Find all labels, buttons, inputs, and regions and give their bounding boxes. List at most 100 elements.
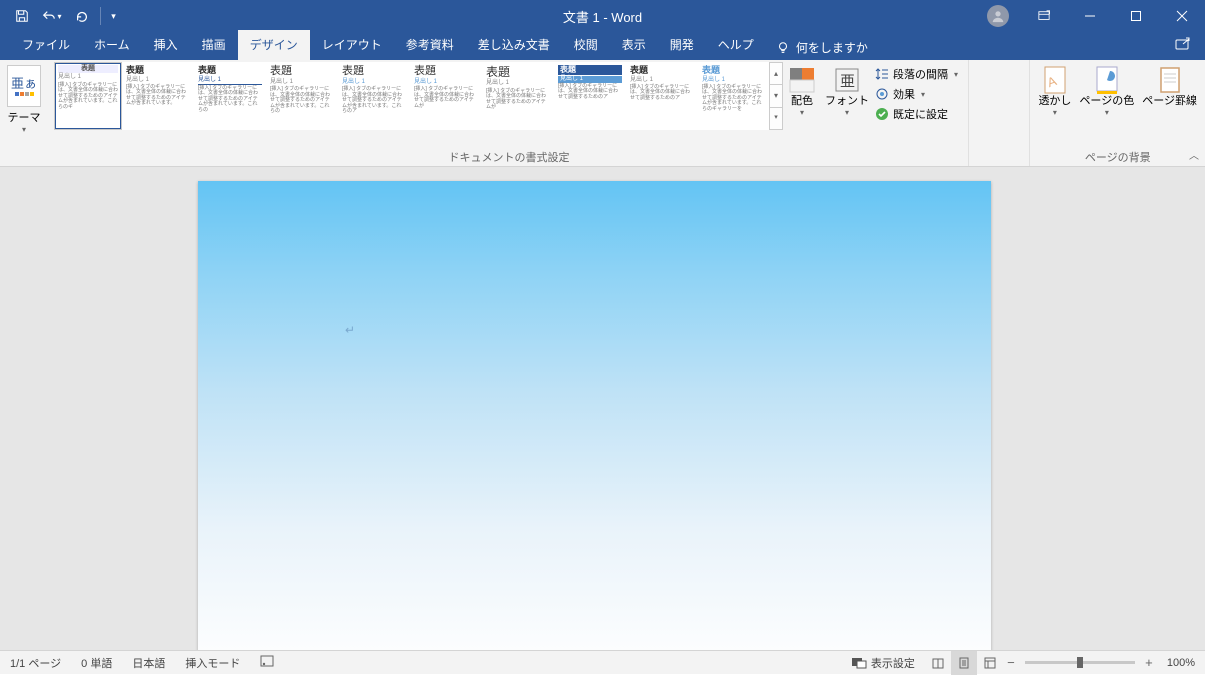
chevron-down-icon: ▾ [800,108,804,117]
tab-design[interactable]: デザイン [238,30,310,60]
colors-label: 配色 [791,95,813,108]
svg-text:亜: 亜 [840,73,855,90]
checkmark-circle-icon [875,107,889,121]
macro-recording-button[interactable] [250,655,284,670]
page-background-group: A 透かし ▾ ページの色 ▾ ページ罫線 ページの背景 [1029,60,1205,166]
themes-label: テーマ [8,109,41,125]
display-settings-icon [851,657,867,669]
gallery-scroll-down[interactable]: ▾ [770,85,782,107]
tell-me-label: 何をしますか [796,39,868,56]
share-button[interactable] [1175,36,1191,57]
print-layout-button[interactable] [951,651,977,675]
zoom-slider-thumb[interactable] [1077,657,1083,668]
tab-home[interactable]: ホーム [82,30,142,60]
page-borders-icon [1155,65,1185,95]
paragraph-spacing-icon [875,67,889,81]
zoom-out-button[interactable]: − [1003,655,1019,670]
paragraph-spacing-button[interactable]: 段落の間隔▾ [875,66,958,82]
style-set-item[interactable]: 表題見出し 1[挿入] タブのギャラリーには、文書全体の体裁に合わせて調整するた… [626,62,698,130]
background-group-label: ページの背景 [1034,149,1201,165]
fonts-button[interactable]: 亜 フォント ▾ [821,62,873,117]
style-set-item[interactable]: 表題見出し 1[挿入] タブのギャラリーには、文書全体の体裁に合わせて調整するた… [698,62,770,130]
style-set-item[interactable]: 表題見出し 1[挿入] タブのギャラリーには、文書全体の体裁に合わせて調整するた… [122,62,194,130]
title-bar: ▾ ▾ 文書 1 - Word [0,0,1205,32]
tab-file[interactable]: ファイル [10,30,82,60]
style-set-item[interactable]: 表題見出し 1[挿入] タブのギャラリーには、文書全体の体裁に合わせて調整するた… [54,62,122,130]
chevron-down-icon: ▾ [22,125,26,134]
watermark-icon: A [1040,65,1070,95]
redo-button[interactable] [68,2,96,30]
gallery-scroll: ▴ ▾ ▾ [769,62,783,130]
page-borders-button[interactable]: ページ罫線 [1138,62,1201,108]
page-borders-label: ページ罫線 [1142,95,1197,108]
gallery-expand[interactable]: ▾ [770,108,782,129]
style-set-item[interactable]: 表題見出し 1[挿入] タブのギャラリーには、文書全体の体裁に合わせて調整するた… [410,62,482,130]
zoom-level[interactable]: 100% [1157,657,1205,669]
tab-references[interactable]: 参考資料 [394,30,466,60]
style-set-item[interactable]: 表題見出し 1[挿入] タブのギャラリーには、文書全体の体裁に合わせて調整するた… [338,62,410,130]
page-number-status[interactable]: 1/1 ページ [0,655,71,671]
chevron-down-icon: ▾ [57,12,61,21]
document-title: 文書 1 - Word [563,7,642,26]
page-color-button[interactable]: ページの色 ▾ [1075,62,1138,117]
tab-mailings[interactable]: 差し込み文書 [466,30,562,60]
zoom-slider[interactable] [1025,661,1135,664]
customize-qat-button[interactable]: ▾ [105,2,121,30]
language-status[interactable]: 日本語 [122,655,175,671]
ribbon-tabs: ファイル ホーム 挿入 描画 デザイン レイアウト 参考資料 差し込み文書 校閲… [0,32,1205,60]
watermark-button[interactable]: A 透かし ▾ [1034,62,1075,117]
tab-help[interactable]: ヘルプ [706,30,766,60]
tell-me-search[interactable]: 何をしますか [766,35,878,60]
tab-insert[interactable]: 挿入 [142,30,190,60]
colors-button[interactable]: 配色 ▾ [783,62,821,117]
maximize-button[interactable] [1113,0,1159,32]
tab-developer[interactable]: 開発 [658,30,706,60]
tab-view[interactable]: 表示 [610,30,658,60]
fonts-icon: 亜 [832,65,862,95]
formatting-group-label: ドキュメントの書式設定 [54,149,964,165]
display-settings-button[interactable]: 表示設定 [841,655,925,671]
undo-button[interactable]: ▾ [38,2,66,30]
themes-group: 亜ぁ テーマ ▾ [0,60,50,166]
read-mode-button[interactable] [925,651,951,675]
word-count-status[interactable]: 0 単語 [71,655,122,671]
minimize-button[interactable] [1067,0,1113,32]
chevron-down-icon: ▾ [845,108,849,117]
zoom-in-button[interactable]: + [1141,655,1157,670]
set-as-default-button[interactable]: 既定に設定 [875,106,958,122]
lightbulb-icon [776,41,790,55]
status-bar: 1/1 ページ 0 単語 日本語 挿入モード 表示設定 − + 100% [0,650,1205,674]
save-button[interactable] [8,2,36,30]
chevron-down-icon: ▾ [921,90,925,99]
ribbon-display-options-button[interactable] [1021,0,1067,32]
style-set-item[interactable]: 表題見出し 1[挿入] タブのギャラリーには、文書全体の体裁に合わせて調整するた… [554,62,626,130]
gallery-scroll-up[interactable]: ▴ [770,63,782,85]
collapse-ribbon-button[interactable]: ︿ [1189,147,1199,162]
fonts-label: フォント [825,95,869,108]
watermark-label: 透かし [1038,95,1071,108]
chevron-down-icon: ▾ [1053,108,1057,117]
ribbon: 亜ぁ テーマ ▾ 表題見出し 1[挿入] タブのギャラリーには、文書全体の体裁に… [0,60,1205,167]
formatting-options: 段落の間隔▾ 効果▾ 既定に設定 [873,62,964,122]
style-set-item[interactable]: 表題見出し 1[挿入] タブのギャラリーには、文書全体の体裁に合わせて調整するた… [266,62,338,130]
tab-review[interactable]: 校閲 [562,30,610,60]
style-set-item[interactable]: 表題見出し 1[挿入] タブのギャラリーには、文書全体の体裁に合わせて調整するた… [194,62,266,130]
insert-mode-status[interactable]: 挿入モード [175,655,250,671]
colors-icon [787,65,817,95]
chevron-down-icon: ▾ [954,70,958,79]
document-page[interactable]: ↵ [198,181,991,650]
tab-layout[interactable]: レイアウト [310,30,394,60]
style-set-item[interactable]: 表題見出し 1[挿入] タブのギャラリーには、文書全体の体裁に合わせて調整するた… [482,62,554,130]
paragraph-mark-icon: ↵ [345,323,355,337]
document-area[interactable]: ↵ [0,167,1205,650]
chevron-down-icon: ▾ [1105,108,1109,117]
close-button[interactable] [1159,0,1205,32]
effects-button[interactable]: 効果▾ [875,86,958,102]
quick-access-toolbar: ▾ ▾ [0,2,121,30]
web-layout-button[interactable] [977,651,1003,675]
themes-button[interactable]: 亜ぁ テーマ ▾ [4,62,44,134]
themes-icon: 亜ぁ [7,65,41,107]
tab-draw[interactable]: 描画 [190,30,238,60]
effects-icon [875,87,889,101]
account-button[interactable] [975,0,1021,32]
